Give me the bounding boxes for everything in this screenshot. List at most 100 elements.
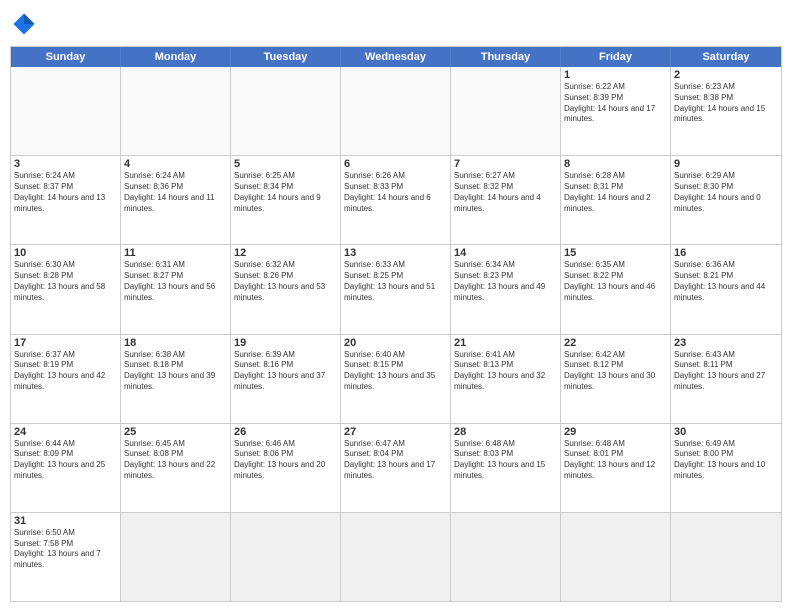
day-number-2: 2 [674, 69, 778, 81]
cal-row-0: 1Sunrise: 6:22 AM Sunset: 8:39 PM Daylig… [11, 67, 781, 156]
weekday-monday: Monday [121, 47, 231, 67]
day-number-13: 13 [344, 247, 447, 259]
day-27: 27Sunrise: 6:47 AM Sunset: 8:04 PM Dayli… [341, 424, 451, 512]
day-number-4: 4 [124, 158, 227, 170]
day-22: 22Sunrise: 6:42 AM Sunset: 8:12 PM Dayli… [561, 335, 671, 423]
day-info-30: Sunrise: 6:49 AM Sunset: 8:00 PM Dayligh… [674, 439, 778, 482]
day-20: 20Sunrise: 6:40 AM Sunset: 8:15 PM Dayli… [341, 335, 451, 423]
day-info-14: Sunrise: 6:34 AM Sunset: 8:23 PM Dayligh… [454, 260, 557, 303]
day-14: 14Sunrise: 6:34 AM Sunset: 8:23 PM Dayli… [451, 245, 561, 333]
cal-row-1: 3Sunrise: 6:24 AM Sunset: 8:37 PM Daylig… [11, 156, 781, 245]
calendar-header: SundayMondayTuesdayWednesdayThursdayFrid… [11, 47, 781, 67]
day-number-21: 21 [454, 337, 557, 349]
empty-cell-5-5 [561, 513, 671, 601]
day-info-11: Sunrise: 6:31 AM Sunset: 8:27 PM Dayligh… [124, 260, 227, 303]
weekday-friday: Friday [561, 47, 671, 67]
day-number-8: 8 [564, 158, 667, 170]
empty-cell-0-0 [11, 67, 121, 155]
day-number-11: 11 [124, 247, 227, 259]
day-info-6: Sunrise: 6:26 AM Sunset: 8:33 PM Dayligh… [344, 171, 447, 214]
day-info-18: Sunrise: 6:38 AM Sunset: 8:18 PM Dayligh… [124, 350, 227, 393]
weekday-tuesday: Tuesday [231, 47, 341, 67]
day-number-3: 3 [14, 158, 117, 170]
empty-cell-0-3 [341, 67, 451, 155]
day-info-12: Sunrise: 6:32 AM Sunset: 8:26 PM Dayligh… [234, 260, 337, 303]
day-23: 23Sunrise: 6:43 AM Sunset: 8:11 PM Dayli… [671, 335, 781, 423]
day-info-5: Sunrise: 6:25 AM Sunset: 8:34 PM Dayligh… [234, 171, 337, 214]
day-number-9: 9 [674, 158, 778, 170]
day-7: 7Sunrise: 6:27 AM Sunset: 8:32 PM Daylig… [451, 156, 561, 244]
empty-cell-0-1 [121, 67, 231, 155]
calendar-body: 1Sunrise: 6:22 AM Sunset: 8:39 PM Daylig… [11, 67, 781, 601]
day-number-30: 30 [674, 426, 778, 438]
page: SundayMondayTuesdayWednesdayThursdayFrid… [0, 0, 792, 612]
day-number-22: 22 [564, 337, 667, 349]
day-info-26: Sunrise: 6:46 AM Sunset: 8:06 PM Dayligh… [234, 439, 337, 482]
day-info-8: Sunrise: 6:28 AM Sunset: 8:31 PM Dayligh… [564, 171, 667, 214]
day-number-10: 10 [14, 247, 117, 259]
cal-row-3: 17Sunrise: 6:37 AM Sunset: 8:19 PM Dayli… [11, 335, 781, 424]
day-info-17: Sunrise: 6:37 AM Sunset: 8:19 PM Dayligh… [14, 350, 117, 393]
day-info-7: Sunrise: 6:27 AM Sunset: 8:32 PM Dayligh… [454, 171, 557, 214]
empty-cell-0-2 [231, 67, 341, 155]
empty-cell-5-2 [231, 513, 341, 601]
day-number-6: 6 [344, 158, 447, 170]
day-info-19: Sunrise: 6:39 AM Sunset: 8:16 PM Dayligh… [234, 350, 337, 393]
day-info-4: Sunrise: 6:24 AM Sunset: 8:36 PM Dayligh… [124, 171, 227, 214]
day-info-29: Sunrise: 6:48 AM Sunset: 8:01 PM Dayligh… [564, 439, 667, 482]
day-24: 24Sunrise: 6:44 AM Sunset: 8:09 PM Dayli… [11, 424, 121, 512]
empty-cell-5-6 [671, 513, 781, 601]
day-13: 13Sunrise: 6:33 AM Sunset: 8:25 PM Dayli… [341, 245, 451, 333]
day-number-27: 27 [344, 426, 447, 438]
day-31: 31Sunrise: 6:50 AM Sunset: 7:58 PM Dayli… [11, 513, 121, 601]
day-number-17: 17 [14, 337, 117, 349]
day-info-16: Sunrise: 6:36 AM Sunset: 8:21 PM Dayligh… [674, 260, 778, 303]
day-info-27: Sunrise: 6:47 AM Sunset: 8:04 PM Dayligh… [344, 439, 447, 482]
day-6: 6Sunrise: 6:26 AM Sunset: 8:33 PM Daylig… [341, 156, 451, 244]
day-info-21: Sunrise: 6:41 AM Sunset: 8:13 PM Dayligh… [454, 350, 557, 393]
day-info-24: Sunrise: 6:44 AM Sunset: 8:09 PM Dayligh… [14, 439, 117, 482]
cal-row-4: 24Sunrise: 6:44 AM Sunset: 8:09 PM Dayli… [11, 424, 781, 513]
weekday-sunday: Sunday [11, 47, 121, 67]
day-number-5: 5 [234, 158, 337, 170]
day-info-13: Sunrise: 6:33 AM Sunset: 8:25 PM Dayligh… [344, 260, 447, 303]
logo [10, 10, 42, 38]
day-21: 21Sunrise: 6:41 AM Sunset: 8:13 PM Dayli… [451, 335, 561, 423]
day-info-28: Sunrise: 6:48 AM Sunset: 8:03 PM Dayligh… [454, 439, 557, 482]
empty-cell-5-3 [341, 513, 451, 601]
day-17: 17Sunrise: 6:37 AM Sunset: 8:19 PM Dayli… [11, 335, 121, 423]
cal-row-2: 10Sunrise: 6:30 AM Sunset: 8:28 PM Dayli… [11, 245, 781, 334]
weekday-wednesday: Wednesday [341, 47, 451, 67]
day-10: 10Sunrise: 6:30 AM Sunset: 8:28 PM Dayli… [11, 245, 121, 333]
day-25: 25Sunrise: 6:45 AM Sunset: 8:08 PM Dayli… [121, 424, 231, 512]
day-number-31: 31 [14, 515, 117, 527]
calendar: SundayMondayTuesdayWednesdayThursdayFrid… [10, 46, 782, 602]
day-number-7: 7 [454, 158, 557, 170]
day-number-29: 29 [564, 426, 667, 438]
day-number-14: 14 [454, 247, 557, 259]
day-18: 18Sunrise: 6:38 AM Sunset: 8:18 PM Dayli… [121, 335, 231, 423]
day-8: 8Sunrise: 6:28 AM Sunset: 8:31 PM Daylig… [561, 156, 671, 244]
day-info-22: Sunrise: 6:42 AM Sunset: 8:12 PM Dayligh… [564, 350, 667, 393]
day-30: 30Sunrise: 6:49 AM Sunset: 8:00 PM Dayli… [671, 424, 781, 512]
day-number-26: 26 [234, 426, 337, 438]
day-number-15: 15 [564, 247, 667, 259]
weekday-saturday: Saturday [671, 47, 781, 67]
day-3: 3Sunrise: 6:24 AM Sunset: 8:37 PM Daylig… [11, 156, 121, 244]
day-info-31: Sunrise: 6:50 AM Sunset: 7:58 PM Dayligh… [14, 528, 117, 571]
day-number-25: 25 [124, 426, 227, 438]
day-number-20: 20 [344, 337, 447, 349]
day-info-15: Sunrise: 6:35 AM Sunset: 8:22 PM Dayligh… [564, 260, 667, 303]
day-26: 26Sunrise: 6:46 AM Sunset: 8:06 PM Dayli… [231, 424, 341, 512]
day-number-1: 1 [564, 69, 667, 81]
day-29: 29Sunrise: 6:48 AM Sunset: 8:01 PM Dayli… [561, 424, 671, 512]
day-5: 5Sunrise: 6:25 AM Sunset: 8:34 PM Daylig… [231, 156, 341, 244]
day-info-3: Sunrise: 6:24 AM Sunset: 8:37 PM Dayligh… [14, 171, 117, 214]
day-15: 15Sunrise: 6:35 AM Sunset: 8:22 PM Dayli… [561, 245, 671, 333]
header [10, 10, 782, 38]
day-number-19: 19 [234, 337, 337, 349]
day-1: 1Sunrise: 6:22 AM Sunset: 8:39 PM Daylig… [561, 67, 671, 155]
day-info-20: Sunrise: 6:40 AM Sunset: 8:15 PM Dayligh… [344, 350, 447, 393]
day-info-9: Sunrise: 6:29 AM Sunset: 8:30 PM Dayligh… [674, 171, 778, 214]
day-number-16: 16 [674, 247, 778, 259]
